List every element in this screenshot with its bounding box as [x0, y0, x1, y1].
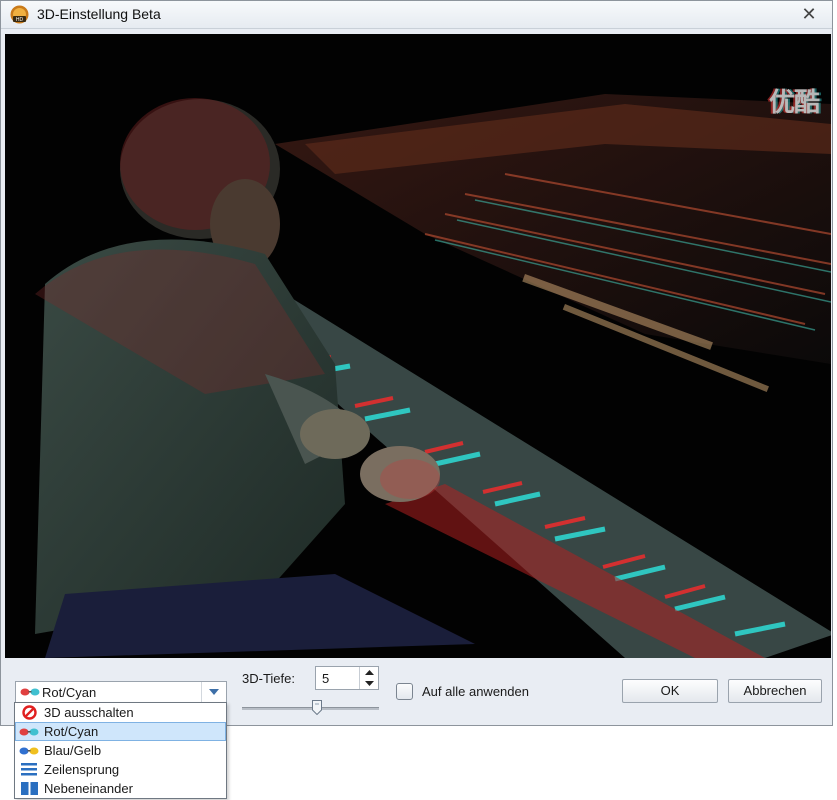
red-cyan-glasses-icon [20, 688, 40, 696]
depth-slider-track[interactable] [242, 707, 379, 710]
spin-up-button[interactable] [360, 667, 378, 678]
disable-icon [19, 705, 39, 720]
depth-spinbox[interactable]: 5 [315, 666, 379, 690]
depth-slider-thumb[interactable] [312, 700, 322, 715]
red-cyan-glasses-icon [19, 724, 39, 739]
option-label: Rot/Cyan [44, 724, 99, 739]
option-label: 3D ausschalten [44, 705, 134, 720]
depth-value: 5 [322, 671, 330, 686]
interlaced-lines-icon [19, 762, 39, 777]
chevron-down-icon[interactable] [201, 682, 226, 702]
youku-watermark: 优酷 [768, 87, 820, 117]
apply-all-checkbox[interactable] [396, 683, 413, 700]
ok-button[interactable]: OK [622, 679, 718, 703]
side-by-side-icon [19, 781, 39, 796]
option-label: Blau/Gelb [44, 743, 102, 758]
chevron-up-icon [364, 670, 374, 675]
spin-down-button[interactable] [360, 678, 378, 689]
window-title: 3D-Einstellung Beta [37, 6, 161, 22]
anaglyph-piano-scene [5, 34, 831, 658]
video-preview: 优酷 [5, 34, 831, 658]
option-blue-yellow[interactable]: Blau/Gelb [15, 741, 226, 760]
option-interlaced[interactable]: Zeilensprung [15, 760, 226, 779]
cancel-button[interactable]: Abbrechen [728, 679, 822, 703]
option-label: Nebeneinander [44, 781, 133, 796]
stereo-mode-select[interactable]: Rot/Cyan [15, 681, 227, 703]
close-icon: ✕ [801, 4, 817, 24]
chevron-down-icon [364, 681, 374, 686]
3d-settings-dialog: HD 3D-Einstellung Beta ✕ 优酷 Rot/Cyan 3D-… [0, 0, 833, 726]
option-label: Zeilensprung [44, 762, 120, 777]
stereo-mode-dropdown: 3D ausschalten Rot/Cyan Blau/Gelb Zeilen… [14, 702, 227, 799]
title-bar: HD 3D-Einstellung Beta ✕ [1, 1, 832, 29]
svg-text:HD: HD [16, 17, 24, 23]
option-side-by-side[interactable]: Nebeneinander [15, 779, 226, 798]
spin-buttons [359, 667, 378, 689]
option-red-cyan[interactable]: Rot/Cyan [15, 722, 226, 741]
app-logo-icon: HD [10, 5, 29, 24]
depth-label: 3D-Tiefe: [242, 671, 295, 686]
option-3d-off[interactable]: 3D ausschalten [15, 703, 226, 722]
close-button[interactable]: ✕ [798, 4, 820, 24]
stereo-mode-value: Rot/Cyan [42, 685, 97, 700]
apply-all-label: Auf alle anwenden [422, 684, 529, 699]
blue-yellow-glasses-icon [19, 743, 39, 758]
